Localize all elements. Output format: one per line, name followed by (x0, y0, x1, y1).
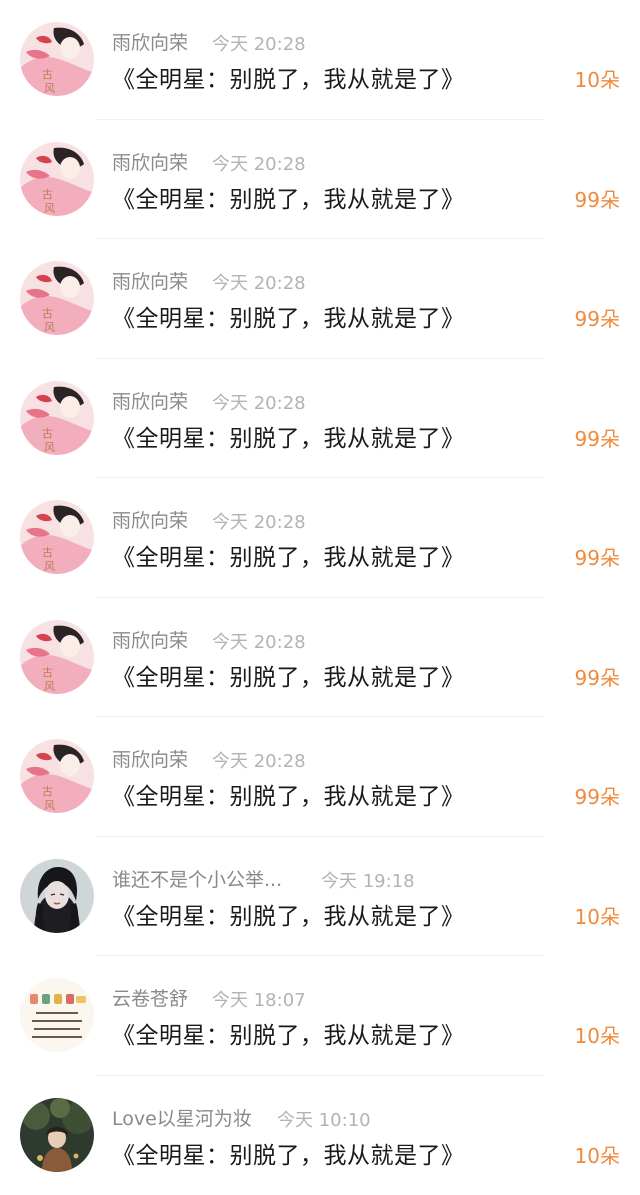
svg-text:风: 风 (44, 441, 55, 454)
svg-text:风: 风 (44, 560, 55, 573)
comment-row[interactable]: 古 风 雨欣向荣 今天 20:28 《全明星：别脱了，我从就是了》 99朵 (0, 359, 640, 479)
comment-row[interactable]: 古 风 雨欣向荣 今天 20:28 《全明星：别脱了，我从就是了》 10朵 (0, 0, 640, 120)
timestamp: 今天 18:07 (212, 986, 306, 1012)
username[interactable]: 雨欣向荣 (112, 626, 188, 653)
comment-row[interactable]: 古 风 雨欣向荣 今天 20:28 《全明星：别脱了，我从就是了》 99朵 (0, 717, 640, 837)
username[interactable]: 雨欣向荣 (112, 506, 188, 533)
svg-text:风: 风 (44, 680, 55, 693)
comment-text: 《全明星：别脱了，我从就是了》 (112, 1136, 465, 1170)
user-avatar[interactable] (20, 1098, 94, 1172)
user-avatar[interactable] (20, 978, 94, 1052)
flower-count: 10朵 (575, 1140, 620, 1169)
timestamp: 今天 20:28 (212, 30, 306, 56)
comment-row[interactable]: 古 风 雨欣向荣 今天 20:28 《全明星：别脱了，我从就是了》 99朵 (0, 478, 640, 598)
comment-text: 《全明星：别脱了，我从就是了》 (112, 1016, 465, 1050)
user-avatar[interactable]: 古 风 (20, 739, 94, 813)
user-avatar[interactable]: 古 风 (20, 142, 94, 216)
comment-row[interactable]: 谁还不是个小公举... 今天 19:18 《全明星：别脱了，我从就是了》 10朵 (0, 837, 640, 957)
flower-count: 99朵 (575, 662, 620, 691)
timestamp: 今天 20:28 (212, 508, 306, 534)
svg-text:古: 古 (42, 188, 53, 201)
svg-text:古: 古 (42, 666, 53, 679)
flower-count: 10朵 (575, 64, 620, 93)
svg-text:古: 古 (42, 785, 53, 798)
user-avatar[interactable]: 古 风 (20, 500, 94, 574)
flower-count: 99朵 (575, 423, 620, 452)
timestamp: 今天 20:28 (212, 389, 306, 415)
flower-count: 99朵 (575, 542, 620, 571)
flower-count: 99朵 (575, 303, 620, 332)
comment-text: 《全明星：别脱了，我从就是了》 (112, 538, 465, 572)
timestamp: 今天 10:10 (277, 1106, 371, 1132)
comment-row[interactable]: Love以星河为妆 今天 10:10 《全明星：别脱了，我从就是了》 10朵 (0, 1076, 640, 1195)
svg-text:古: 古 (42, 307, 53, 320)
timestamp: 今天 19:18 (321, 867, 415, 893)
svg-text:古: 古 (42, 546, 53, 559)
user-avatar[interactable]: 古 风 (20, 381, 94, 455)
username[interactable]: 云卷苍舒 (112, 984, 188, 1011)
username[interactable]: 雨欣向荣 (112, 387, 188, 414)
comment-list: 古 风 雨欣向荣 今天 20:28 《全明星：别脱了，我从就是了》 10朵 古 … (0, 0, 640, 1186)
comment-text: 《全明星：别脱了，我从就是了》 (112, 419, 465, 453)
comment-text: 《全明星：别脱了，我从就是了》 (112, 777, 465, 811)
svg-text:风: 风 (44, 799, 55, 812)
user-avatar[interactable]: 古 风 (20, 22, 94, 96)
user-avatar[interactable] (20, 859, 94, 933)
username[interactable]: Love以星河为妆 (112, 1104, 252, 1131)
timestamp: 今天 20:28 (212, 150, 306, 176)
svg-text:古: 古 (42, 68, 53, 81)
user-avatar[interactable]: 古 风 (20, 620, 94, 694)
username[interactable]: 谁还不是个小公举... (112, 865, 282, 892)
svg-text:风: 风 (44, 321, 55, 334)
svg-text:古: 古 (42, 427, 53, 440)
timestamp: 今天 20:28 (212, 269, 306, 295)
timestamp: 今天 20:28 (212, 628, 306, 654)
comment-row[interactable]: 古 风 雨欣向荣 今天 20:28 《全明星：别脱了，我从就是了》 99朵 (0, 239, 640, 359)
comment-text: 《全明星：别脱了，我从就是了》 (112, 299, 465, 333)
flower-count: 99朵 (575, 184, 620, 213)
comment-text: 《全明星：别脱了，我从就是了》 (112, 658, 465, 692)
username[interactable]: 雨欣向荣 (112, 148, 188, 175)
flower-count: 10朵 (575, 1020, 620, 1049)
svg-text:风: 风 (44, 202, 55, 215)
comment-text: 《全明星：别脱了，我从就是了》 (112, 180, 465, 214)
svg-text:风: 风 (44, 82, 55, 95)
comment-row[interactable]: 古 风 雨欣向荣 今天 20:28 《全明星：别脱了，我从就是了》 99朵 (0, 598, 640, 718)
user-avatar[interactable]: 古 风 (20, 261, 94, 335)
username[interactable]: 雨欣向荣 (112, 28, 188, 55)
comment-row[interactable]: 古 风 雨欣向荣 今天 20:28 《全明星：别脱了，我从就是了》 99朵 (0, 120, 640, 240)
flower-count: 99朵 (575, 781, 620, 810)
comment-text: 《全明星：别脱了，我从就是了》 (112, 897, 465, 931)
flower-count: 10朵 (575, 901, 620, 930)
comment-row[interactable]: 云卷苍舒 今天 18:07 《全明星：别脱了，我从就是了》 10朵 (0, 956, 640, 1076)
username[interactable]: 雨欣向荣 (112, 267, 188, 294)
username[interactable]: 雨欣向荣 (112, 745, 188, 772)
comment-text: 《全明星：别脱了，我从就是了》 (112, 60, 465, 94)
timestamp: 今天 20:28 (212, 747, 306, 773)
